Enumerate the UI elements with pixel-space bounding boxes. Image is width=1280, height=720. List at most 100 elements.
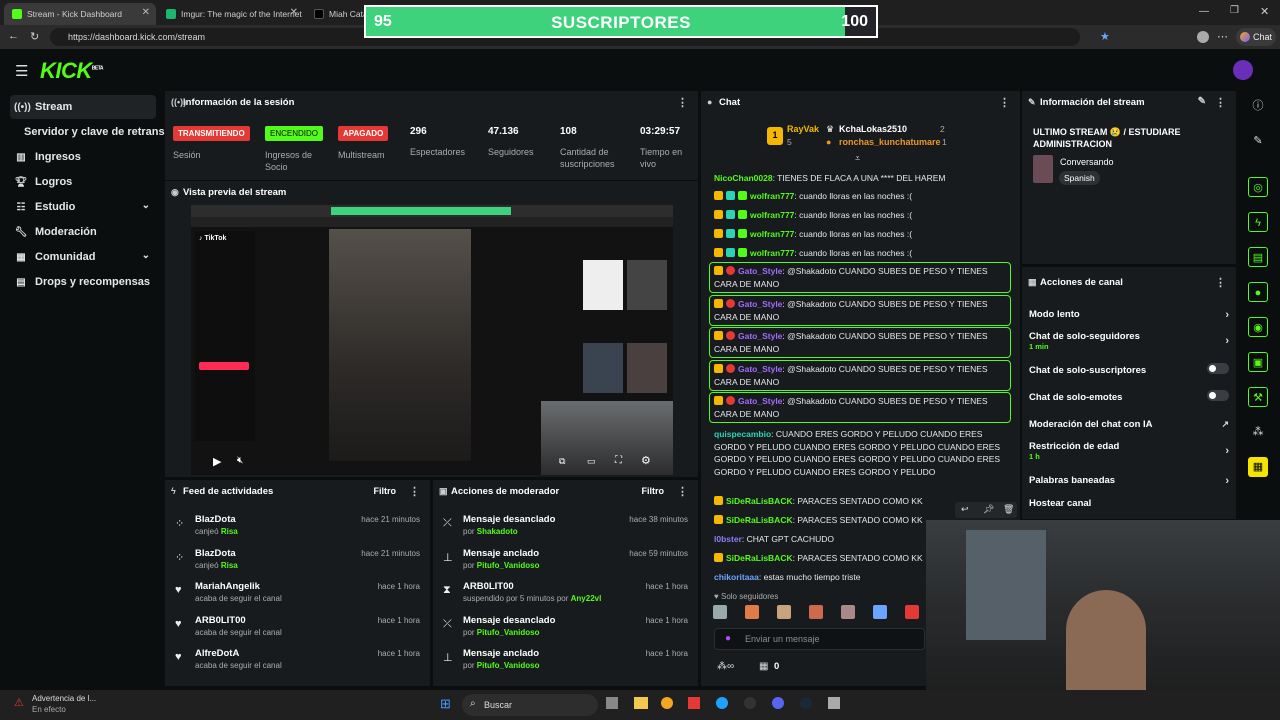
activity-row[interactable]: ♥ ARB0LIT00 acaba de seguir el canal hace … bbox=[165, 610, 430, 643]
edge-icon[interactable] bbox=[716, 697, 728, 709]
chat-username[interactable]: SiDeRaLisBACK bbox=[726, 496, 793, 506]
store-icon[interactable]: ▦ bbox=[759, 661, 768, 672]
play-icon[interactable]: ▶ bbox=[213, 455, 221, 468]
chat-message[interactable]: Gato_Style: @Shakadoto CUANDO SUBES DE P… bbox=[714, 395, 1012, 420]
chat-username[interactable]: Gato_Style bbox=[738, 396, 782, 406]
emote-icon[interactable] bbox=[905, 605, 920, 619]
microphone-icon[interactable]: ● bbox=[725, 633, 731, 644]
top-gifter-name[interactable]: ronchas_kunchatumare bbox=[839, 137, 941, 147]
chat-message[interactable]: Gato_Style: @Shakadoto CUANDO SUBES DE P… bbox=[714, 298, 1012, 323]
channel-action-item[interactable]: Modo lento › bbox=[1029, 309, 1229, 321]
row-sub-user[interactable]: Pitufo_Vanidoso bbox=[477, 661, 540, 670]
app-icon[interactable] bbox=[661, 697, 673, 709]
stream-video[interactable]: ♪ TikTok ▶ 🔇︎ ⧉ ▭ ⛶ ⚙ bbox=[191, 205, 673, 475]
chat-username[interactable]: Gato_Style bbox=[738, 331, 782, 341]
gift-icon[interactable]: ▦ bbox=[1248, 457, 1268, 477]
row-sub-user[interactable]: Pitufo_Vanidoso bbox=[477, 628, 540, 637]
kebab-menu-icon[interactable]: ⋮ bbox=[1215, 276, 1226, 289]
kebab-menu-icon[interactable]: ⋮ bbox=[409, 485, 420, 498]
sidebar-item-server-key[interactable]: Servidor y clave de retransm bbox=[20, 120, 168, 144]
activity-row[interactable]: ♥ AlfreDotA acaba de seguir el canal hace … bbox=[165, 643, 430, 676]
channel-action-item[interactable]: Palabras baneadas › bbox=[1029, 475, 1229, 487]
kebab-menu-icon[interactable]: ⋮ bbox=[999, 96, 1010, 109]
filter-button[interactable]: Filtro bbox=[642, 486, 665, 496]
sidebar-item-comunidad[interactable]: ▦ Comunidad ⌄ bbox=[10, 245, 156, 269]
row-sub-user[interactable]: Shakadoto bbox=[477, 527, 518, 536]
document-icon[interactable]: ▤ bbox=[1248, 247, 1268, 267]
wrench-icon[interactable]: ⚒ bbox=[1248, 387, 1268, 407]
kebab-menu-icon[interactable]: ⋮ bbox=[677, 485, 688, 498]
emote-icon[interactable] bbox=[777, 605, 792, 619]
browser-tab-imgur[interactable]: Imgur: The magic of the Internet ✕ bbox=[158, 3, 304, 25]
chat-message[interactable]: Gato_Style: @Shakadoto CUANDO SUBES DE P… bbox=[714, 265, 1012, 290]
chat-message[interactable]: wolfran777: cuando lloras en las noches … bbox=[714, 190, 1012, 203]
pinned-collapse-icon[interactable]: ⩡ bbox=[855, 153, 860, 164]
chat-button[interactable]: Chat bbox=[1236, 28, 1276, 46]
calculator-icon[interactable] bbox=[828, 697, 840, 709]
sidebar-item-logros[interactable]: 🏆︎ Logros bbox=[10, 170, 156, 194]
chat-message[interactable]: wolfran777: cuando lloras en las noches … bbox=[714, 247, 1012, 260]
star-icon[interactable]: ★ bbox=[1100, 30, 1110, 43]
sidebar-item-drops[interactable]: ▤ Drops y recompensas bbox=[10, 270, 156, 294]
chat-username[interactable]: SiDeRaLisBACK bbox=[726, 515, 793, 525]
chat-message[interactable]: Gato_Style: @Shakadoto CUANDO SUBES DE P… bbox=[714, 330, 1012, 355]
chat-username[interactable]: wolfran777 bbox=[750, 248, 794, 258]
community-icon[interactable]: ⁂ bbox=[1248, 422, 1268, 442]
close-icon[interactable]: ✕ bbox=[290, 7, 298, 18]
window-close-icon[interactable]: ✕ bbox=[1260, 5, 1269, 18]
mod-action-row[interactable]: ⊥ Mensaje anclado por Pitufo_Vanidoso hace … bbox=[433, 543, 698, 576]
lightning-icon[interactable]: ϟ bbox=[1248, 212, 1268, 232]
chat-message[interactable]: quispecambio: CUANDO ERES GORDO Y PELUDO… bbox=[714, 428, 1012, 478]
category-name[interactable]: Conversando bbox=[1060, 157, 1114, 167]
chat-input[interactable]: ● Enviar un mensaje bbox=[714, 628, 925, 650]
filter-button[interactable]: Filtro bbox=[374, 486, 397, 496]
chat-username[interactable]: Gato_Style bbox=[738, 266, 782, 276]
pip-icon[interactable]: ⧉ bbox=[559, 456, 565, 467]
record-icon[interactable]: ◎ bbox=[1248, 177, 1268, 197]
maximize-icon[interactable]: ❐ bbox=[1230, 5, 1239, 16]
chat-username[interactable]: quispecambio bbox=[714, 429, 771, 439]
sidebar-item-stream[interactable]: ((•)) Stream bbox=[10, 95, 156, 119]
minimize-icon[interactable]: — bbox=[1199, 6, 1209, 17]
channel-action-item[interactable]: Chat de solo-emotes bbox=[1029, 390, 1229, 403]
chat-username[interactable]: wolfran777 bbox=[750, 229, 794, 239]
channel-action-item[interactable]: Chat de solo-suscriptores bbox=[1029, 363, 1229, 376]
file-explorer-icon[interactable] bbox=[634, 697, 648, 709]
sidebar-item-ingresos[interactable]: ▥ Ingresos bbox=[10, 145, 156, 169]
mod-action-row[interactable]: ⊥ Mensaje anclado por Pitufo_Vanidoso hace … bbox=[433, 643, 698, 676]
channel-action-item[interactable]: Restricción de edad 1 h › bbox=[1029, 441, 1229, 461]
steam-icon[interactable] bbox=[800, 697, 812, 709]
chat-message[interactable]: NicoChan0028: TIENES DE FLACA A UNA ****… bbox=[714, 172, 1012, 185]
channel-action-item[interactable]: Chat de solo-seguidores 1 min › bbox=[1029, 331, 1229, 351]
chat-username[interactable]: wolfran777 bbox=[750, 191, 794, 201]
emote-icon[interactable] bbox=[873, 605, 888, 619]
emote-icon[interactable] bbox=[841, 605, 856, 619]
top-gifter-name[interactable]: RayVak bbox=[787, 124, 819, 134]
chat-icon[interactable]: ● bbox=[1248, 282, 1268, 302]
discord-icon[interactable] bbox=[772, 697, 784, 709]
chat-message[interactable]: wolfran777: cuando lloras en las noches … bbox=[714, 228, 1012, 241]
chat-message[interactable]: wolfran777: cuando lloras en las noches … bbox=[714, 209, 1012, 222]
warning-title[interactable]: Advertencia de l... bbox=[32, 694, 96, 703]
info-icon[interactable]: ⓘ bbox=[1248, 96, 1268, 116]
user-avatar[interactable] bbox=[1233, 60, 1253, 80]
row-sub-user[interactable]: Pitufo_Vanidoso bbox=[477, 561, 540, 570]
kebab-menu-icon[interactable]: ⋮ bbox=[1215, 96, 1226, 109]
theater-icon[interactable]: ▭ bbox=[587, 456, 596, 467]
app-icon[interactable] bbox=[688, 697, 700, 709]
kick-logo[interactable]: KICKBETA bbox=[40, 58, 104, 84]
browser-tab-kick[interactable]: Stream - Kick Dashboard ✕ bbox=[4, 3, 156, 25]
toggle-switch[interactable] bbox=[1207, 363, 1229, 374]
browser-tab-tiktok[interactable]: Miah Catali bbox=[306, 3, 366, 25]
broadcast-icon[interactable]: ◉ bbox=[1248, 317, 1268, 337]
menu-icon[interactable]: ☰ bbox=[15, 62, 28, 80]
mute-icon[interactable]: 🔇︎ bbox=[237, 455, 243, 466]
channel-action-item[interactable]: Hostear canal bbox=[1029, 498, 1229, 509]
activity-row[interactable]: ♥ MariahAngelik acaba de seguir el canal h… bbox=[165, 576, 430, 609]
close-icon[interactable]: ✕ bbox=[142, 7, 150, 18]
shield-icon[interactable]: ▣ bbox=[1248, 352, 1268, 372]
activity-row[interactable]: ⁘ BlazDota canjeó Risa hace 21 minutos bbox=[165, 543, 430, 576]
row-sub-user[interactable]: Risa bbox=[221, 561, 238, 570]
chat-message[interactable]: SiDeRaLisBACK: PARACES SENTADO COMO KK bbox=[714, 495, 1012, 508]
settings-gear-icon[interactable]: ⚙ bbox=[641, 454, 651, 467]
